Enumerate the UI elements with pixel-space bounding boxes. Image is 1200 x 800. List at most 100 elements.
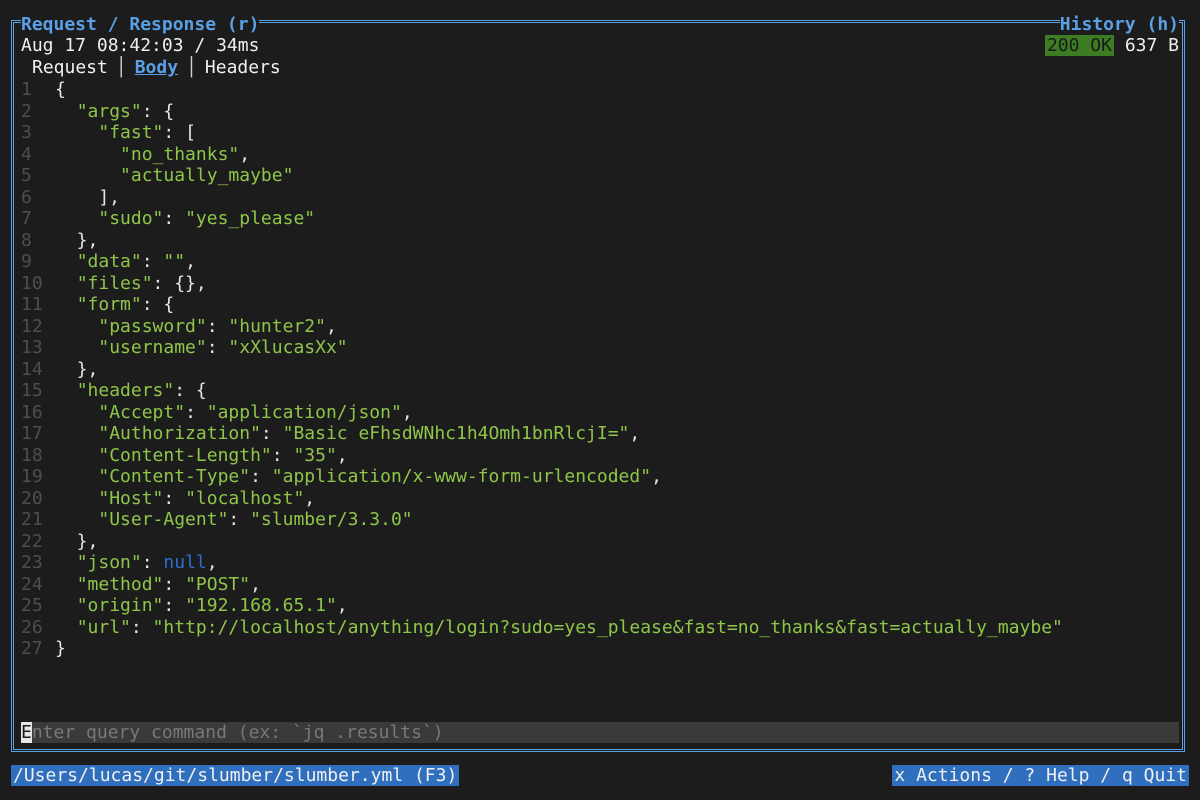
json-punctuation: : [130, 616, 153, 638]
code-line-content: "password": "hunter2", [55, 315, 337, 338]
code-line: 12 "password": "hunter2", [21, 316, 1171, 338]
code-line-content: "form": { [55, 294, 175, 316]
pane-title[interactable]: Request / Response (r) [21, 13, 260, 37]
json-punctuation: : { [141, 100, 175, 122]
code-line: 24 "method": "POST", [21, 574, 1171, 596]
tab-request[interactable]: Request [32, 57, 108, 78]
line-number: 3 [21, 122, 32, 143]
json-punctuation [55, 423, 98, 444]
query-placeholder: nter query command (ex: `jq .results`) [31, 722, 444, 743]
code-line: 10 "files": {}, [21, 273, 1171, 295]
json-punctuation: , [185, 251, 196, 272]
line-number: 20 [21, 487, 43, 509]
response-meta-row: Aug 17 08:42:03 / 34ms 200 OK 637 B [21, 35, 1179, 57]
json-punctuation: : { [174, 380, 207, 401]
code-line: 13 "username": "xXlucasXx" [21, 337, 1171, 359]
line-number: 25 [21, 595, 43, 616]
collection-file-path[interactable]: /Users/lucas/git/slumber/slumber.yml (F3… [11, 765, 460, 786]
code-line: 21 "User-Agent": "slumber/3.3.0" [21, 509, 1171, 531]
json-punctuation [55, 380, 77, 401]
code-line-content: }, [55, 531, 99, 553]
json-string: "http://localhost/anything/login?sudo=ye… [152, 616, 1063, 638]
code-line: 26 "url": "http://localhost/anything/log… [21, 617, 1171, 639]
json-punctuation: : [260, 423, 283, 444]
line-number: 8 [21, 229, 32, 251]
code-line-content: ], [55, 187, 120, 209]
json-punctuation: , [401, 401, 413, 423]
json-punctuation: : [163, 573, 186, 595]
keyboard-shortcuts-hint: x Actions / ? Help / q Quit [892, 765, 1189, 786]
json-punctuation: , [325, 315, 337, 337]
json-key: "Content-Length" [98, 444, 272, 466]
json-punctuation: }, [55, 229, 99, 251]
tab-separator: │ [186, 57, 197, 78]
json-key: "form" [76, 294, 142, 315]
json-punctuation: , [206, 552, 218, 573]
json-punctuation: , [239, 143, 251, 165]
code-line-content: "data": "", [55, 251, 196, 273]
line-number: 21 [21, 509, 43, 530]
json-key: "url" [76, 616, 131, 638]
code-line: 11 "form": { [21, 294, 1171, 316]
line-number: 19 [21, 466, 43, 487]
json-key: "Accept" [98, 401, 186, 423]
code-line-content: "no_thanks", [55, 144, 250, 166]
json-key: "files" [76, 272, 153, 294]
line-number: 23 [21, 552, 43, 573]
line-number: 13 [21, 337, 43, 358]
json-string: "no_thanks" [120, 143, 240, 165]
code-line: 27} [21, 638, 1171, 660]
code-line: 7 "sudo": "yes_please" [21, 208, 1171, 230]
line-number: 5 [21, 165, 32, 186]
json-string: "192.168.65.1" [185, 595, 337, 616]
json-string: "Basic eFhsdWNhc1h4Omh1bnRlcjI=" [282, 423, 630, 444]
code-line-content: "Content-Type": "application/x-www-form-… [55, 466, 662, 488]
code-line-content: "Content-Length": "35", [55, 444, 347, 467]
json-punctuation [55, 445, 98, 466]
code-line-content: "origin": "192.168.65.1", [55, 595, 348, 617]
code-line: 17 "Authorization": "Basic eFhsdWNhc1h4O… [21, 423, 1171, 445]
code-line-content: "args": { [55, 100, 175, 123]
json-punctuation: : [163, 487, 186, 509]
status-badge: 200 OK [1044, 35, 1114, 56]
code-line-content: { [55, 79, 66, 101]
json-punctuation [55, 552, 77, 573]
code-line-content: }, [55, 359, 99, 381]
json-punctuation [55, 402, 98, 423]
json-key: "Host" [98, 487, 164, 509]
code-line: 3 "fast": [ [21, 122, 1171, 144]
line-number: 24 [21, 573, 43, 595]
line-number: 16 [21, 401, 43, 423]
json-punctuation [55, 208, 98, 229]
line-number: 11 [21, 294, 43, 315]
tab-headers[interactable]: Headers [205, 57, 281, 78]
code-line-content: } [55, 638, 66, 660]
json-string: "" [163, 251, 186, 272]
json-string: "POST" [185, 573, 251, 595]
line-number: 1 [21, 79, 32, 100]
code-line-content: }, [55, 229, 99, 252]
tab-body[interactable]: Body [135, 57, 178, 78]
json-key: "headers" [76, 380, 175, 401]
json-punctuation: , [336, 595, 348, 616]
query-command-input[interactable]: Enter query command (ex: `jq .results`) [21, 722, 1179, 743]
code-line: 1{ [21, 79, 1171, 101]
json-punctuation [55, 617, 77, 638]
json-string: "xXlucasXx" [228, 337, 348, 358]
history-pane-title[interactable]: History (h) [1059, 13, 1179, 37]
code-line: 5 "actually_maybe" [21, 165, 1171, 187]
response-body-viewer[interactable]: 1{2 "args": {3 "fast": [4 "no_thanks", 5 … [21, 79, 1171, 679]
json-punctuation: : [163, 208, 186, 229]
line-number: 12 [21, 315, 43, 337]
slumber-terminal-screen: Request / Response (r) History (h) Aug 1… [0, 0, 1200, 800]
response-tabs: Request │ Body │ Headers [32, 57, 281, 79]
json-key: "json" [76, 552, 142, 573]
json-punctuation [55, 251, 77, 272]
json-punctuation: : {}, [152, 272, 207, 294]
json-punctuation: , [304, 487, 316, 509]
json-key: "password" [98, 315, 207, 337]
json-key: "origin" [76, 595, 164, 616]
json-punctuation: : [ [163, 122, 196, 143]
code-line: 15 "headers": { [21, 380, 1171, 402]
code-line-content: "User-Agent": "slumber/3.3.0" [55, 509, 412, 531]
